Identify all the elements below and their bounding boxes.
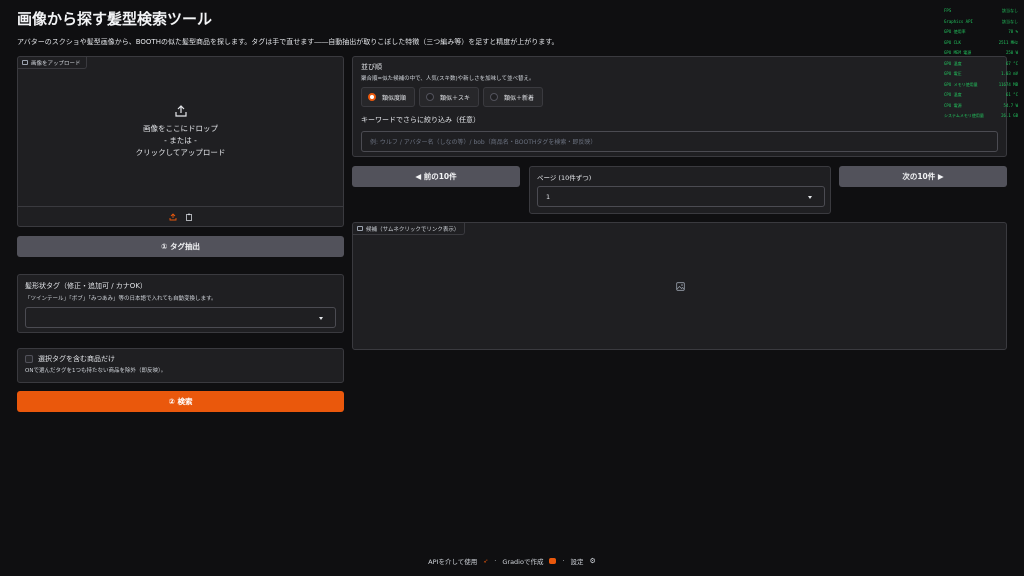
overlay-row: システムメモリ使用量 26.1 GB [944,111,1018,122]
overlay-key: GPU MEM 電源 [944,50,972,55]
filter-checkbox-block: 選択タグを含む商品だけ ONで選んだタグを1つも持たない商品を除外（即反映）。 [17,348,344,383]
filter-checkbox[interactable] [25,355,33,363]
sort-option-label: 類似＋スキ [440,94,471,102]
overlay-key: CPU 電源 [944,102,962,108]
radio-icon [426,93,435,101]
rocket-icon: ➶ [483,557,489,565]
overlay-value: 11674 MB [998,81,1018,87]
overlay-value: 26.1 GB [1001,113,1018,118]
next-page-button[interactable]: 次の10件 ▶ [839,166,1007,187]
page-description: アバターのスクショや髪型画像から、BOOTHの似た髪型商品を探します。タグは手で… [17,38,559,46]
upload-label: 画像をアップロード [31,60,81,67]
overlay-key: GPU メモリ使用量 [944,81,978,87]
keyword-label: キーワードでさらに絞り込み（任意） [361,116,480,124]
performance-overlay: FPS 該当なし Graphics API 該当なし GPU 使用率 78 % GPU CL… [944,6,1018,122]
overlay-value: 該当なし [1002,8,1018,13]
page-field: ページ (10件ずつ) 1 [529,166,831,214]
sort-option-similarity[interactable]: 類似度順 [361,87,416,107]
overlay-value: 61 °C [1005,92,1018,97]
overlay-value: 250 W [1005,50,1018,55]
chevron-down-icon [319,316,323,320]
gradio-logo-icon [549,558,557,564]
overlay-key: FPS [944,8,952,13]
sort-and-keyword-panel: 並び順 聚合順=似た候補の中で、人気(スキ数)や新しさを加味して並べ替え。 類似… [352,56,1007,157]
overlay-row: GPU メモリ使用量 11674 MB [944,80,1018,91]
api-link[interactable]: APIを介して使用 [428,556,477,566]
drop-zone[interactable]: 画像をここにドロップ - または - クリックしてアップロード [18,105,343,159]
chevron-down-icon [808,195,812,199]
click-upload-text: クリックしてアップロード [135,148,226,157]
drop-text: 画像をここにドロップ [143,124,218,133]
keyword-input[interactable]: 例: ウルフ / アバター名（しなの等）/ bob（商品名・BOOTHタグを検索… [361,131,998,152]
overlay-value: 該当なし [1002,18,1018,24]
hair-tag-label: 髪形状タグ（修正・追加可 / カナOK） [25,282,147,290]
overlay-value: 1.03 mV [1001,71,1018,76]
hair-tag-field: 髪形状タグ（修正・追加可 / カナOK） 「ツインテール」「ボブ」「みつあみ」等… [17,274,344,333]
prev-page-button[interactable]: ◀ 前の10件 [352,166,520,187]
clipboard-icon[interactable] [185,213,193,221]
page-dropdown[interactable]: 1 [537,186,825,207]
sort-label: 並び順 [361,63,382,71]
search-button[interactable]: ② 検索 [17,391,344,412]
hair-tag-dropdown[interactable] [25,307,336,328]
filter-checkbox-label: 選択タグを含む商品だけ [38,355,115,363]
or-text: - または - [164,136,197,145]
results-gallery: 候補（サムネクリックでリンク表示） [352,222,1007,350]
image-icon [357,226,363,231]
overlay-value: 2511 MHz [998,39,1018,45]
settings-link[interactable]: 設定 [571,556,584,566]
overlay-row: FPS 該当なし [944,6,1018,17]
image-placeholder-icon [676,282,685,291]
hair-tag-info: 「ツインテール」「ボブ」「みつあみ」等の日本語で入れても自動変換します。 [25,296,217,302]
image-upload-area[interactable]: 画像をアップロード 画像をここにドロップ - または - クリックしてアップロー… [17,56,344,227]
sort-radio-group: 類似度順 類似＋スキ 類似＋新着 [361,87,998,107]
footer: APIを介して使用 ➶ · Gradioで作成 · 設定 ⚙ [0,556,1024,566]
sort-option-label: 類似＋新着 [504,94,535,102]
overlay-key: GPU 電圧 [944,71,962,76]
upload-source-bar [18,206,343,226]
overlay-row: GPU 温度 67 °C [944,59,1018,70]
overlay-row: GPU 電圧 1.03 mV [944,69,1018,80]
overlay-row: GPU 使用率 78 % [944,27,1018,38]
gear-icon[interactable]: ⚙ [590,557,596,565]
radio-icon [490,93,499,101]
upload-block-label: 画像をアップロード [18,57,87,69]
overlay-row: GPU MEM 電源 250 W [944,48,1018,59]
overlay-value: 67 °C [1005,60,1018,66]
image-icon [22,60,28,65]
overlay-row: CPU 電源 54.7 W [944,101,1018,112]
footer-separator: · [494,557,497,565]
sort-option-similar-likes[interactable]: 類似＋スキ [419,87,480,107]
gallery-label: 候補（サムネクリックでリンク表示） [366,226,460,233]
page-value: 1 [546,192,551,201]
overlay-row: CPU 温度 61 °C [944,90,1018,101]
overlay-value: 78 % [1008,29,1018,34]
sort-option-similar-new[interactable]: 類似＋新着 [483,87,544,107]
overlay-key: GPU 温度 [944,60,962,66]
overlay-key: システムメモリ使用量 [944,113,984,118]
overlay-key: GPU CLK [944,39,961,45]
gallery-block-label: 候補（サムネクリックでリンク表示） [353,223,466,235]
upload-icon [174,105,187,117]
overlay-key: GPU 使用率 [944,29,966,34]
page-title: 画像から探す髪型検索ツール [17,10,213,28]
overlay-key: CPU 温度 [944,92,962,97]
radio-selected-icon [368,93,376,101]
overlay-value: 54.7 W [1003,102,1018,108]
sort-info: 聚合順=似た候補の中で、人気(スキ数)や新しさを加味して並べ替え。 [361,76,535,82]
sort-option-label: 類似度順 [382,94,407,102]
overlay-key: Graphics API [944,18,973,24]
overlay-row: GPU CLK 2511 MHz [944,38,1018,49]
filter-checkbox-info: ONで選んだタグを1つも持たない商品を除外（即反映）。 [25,368,167,374]
gradio-link[interactable]: Gradioで作成 [502,556,543,566]
upload-source-icon[interactable] [169,212,177,221]
footer-separator: · [562,557,565,565]
page-label: ページ (10件ずつ) [537,174,592,182]
overlay-row: Graphics API 該当なし [944,17,1018,28]
extract-tags-button[interactable]: ① タグ抽出 [17,236,344,257]
